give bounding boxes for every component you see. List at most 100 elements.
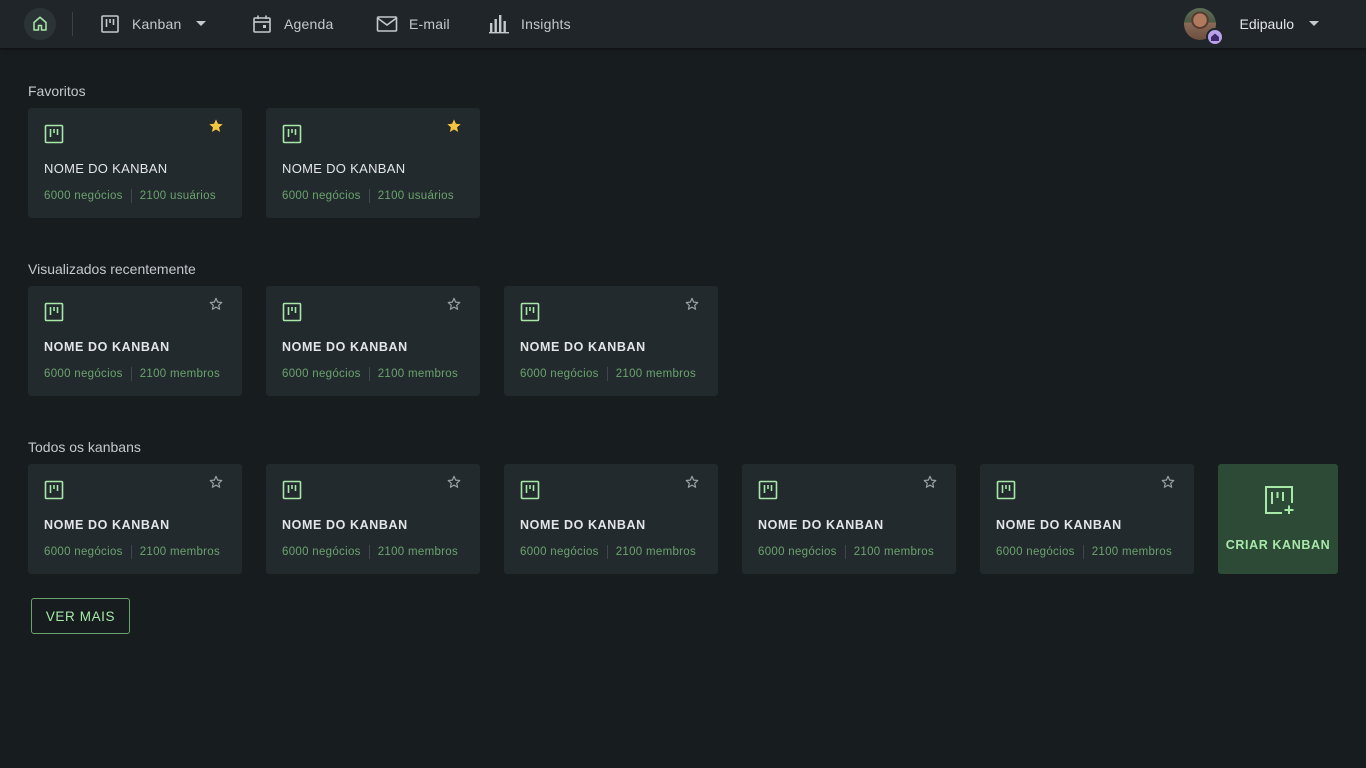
kanban-meta: 6000 negócios 2100 membros <box>758 545 934 559</box>
nav-item-agenda[interactable]: Agenda <box>250 0 333 48</box>
kanban-icon <box>758 480 778 500</box>
nav-label-kanban: Kanban <box>132 16 182 32</box>
meta-divider <box>368 545 370 559</box>
kanban-name: NOME DO KANBAN <box>282 340 408 354</box>
kanban-icon <box>282 124 302 144</box>
kanban-name: NOME DO KANBAN <box>520 518 646 532</box>
kanban-deals-count: 6000 negócios <box>282 190 361 202</box>
meta-divider <box>606 367 608 381</box>
meta-divider <box>130 367 132 381</box>
meta-divider <box>368 189 370 203</box>
section-title-favorites: Favoritos <box>28 83 86 99</box>
star-outline-icon[interactable] <box>922 474 938 490</box>
kanban-name: NOME DO KANBAN <box>44 340 170 354</box>
user-name: Edipaulo <box>1239 16 1295 32</box>
kanban-icon <box>282 302 302 322</box>
kanban-meta: 6000 negócios 2100 membros <box>520 367 696 381</box>
kanban-icon <box>996 480 1016 500</box>
nav-label-agenda: Agenda <box>284 16 334 32</box>
chevron-down-icon[interactable] <box>195 20 207 28</box>
top-navigation-bar: Kanban Agenda E-mail Insights Edipaulo <box>0 0 1366 48</box>
meta-divider <box>130 545 132 559</box>
kanban-deals-count: 6000 negócios <box>758 546 837 558</box>
kanban-card[interactable]: NOME DO KANBAN 6000 negócios 2100 membro… <box>504 286 718 396</box>
create-kanban-button[interactable]: CRIAR KANBAN <box>1218 464 1338 574</box>
meta-divider <box>130 189 132 203</box>
kanban-name: NOME DO KANBAN <box>44 161 168 176</box>
avatar[interactable] <box>1183 8 1224 46</box>
star-outline-icon[interactable] <box>684 296 700 312</box>
kanban-deals-count: 6000 negócios <box>996 546 1075 558</box>
chevron-down-icon[interactable] <box>1308 20 1320 28</box>
kanban-name: NOME DO KANBAN <box>520 340 646 354</box>
star-outline-icon[interactable] <box>208 296 224 312</box>
kanban-members-count: 2100 membros <box>139 546 221 558</box>
kanban-members-count: 2100 membros <box>1091 546 1173 558</box>
kanban-icon <box>44 302 64 322</box>
kanban-deals-count: 6000 negócios <box>44 546 123 558</box>
home-icon <box>33 16 47 31</box>
section-title-all: Todos os kanbans <box>28 439 141 455</box>
star-outline-icon[interactable] <box>446 474 462 490</box>
user-menu[interactable]: Edipaulo <box>1183 0 1321 48</box>
star-outline-icon[interactable] <box>1160 474 1176 490</box>
kanban-name: NOME DO KANBAN <box>44 518 170 532</box>
kanban-icon <box>520 302 540 322</box>
kanban-deals-count: 6000 negócios <box>44 368 123 380</box>
kanban-icon <box>98 12 122 36</box>
kanban-deals-count: 6000 negócios <box>520 546 599 558</box>
meta-divider <box>368 367 370 381</box>
create-kanban-label: CRIAR KANBAN <box>1225 538 1331 552</box>
meta-divider <box>1082 545 1084 559</box>
kanban-name: NOME DO KANBAN <box>282 161 406 176</box>
see-more-button[interactable]: VER MAIS <box>31 598 130 634</box>
kanban-icon <box>520 480 540 500</box>
kanban-card[interactable]: NOME DO KANBAN 6000 negócios 2100 membro… <box>266 286 480 396</box>
kanban-meta: 6000 negócios 2100 usuários <box>44 189 216 203</box>
kanban-members-count: 2100 membros <box>377 546 459 558</box>
kanban-icon <box>44 124 64 144</box>
kanban-members-count: 2100 membros <box>377 368 459 380</box>
kanban-users-count: 2100 usuários <box>139 190 216 202</box>
kanban-deals-count: 6000 negócios <box>520 368 599 380</box>
star-filled-icon[interactable] <box>208 118 224 134</box>
calendar-icon <box>250 12 274 36</box>
kanban-members-count: 2100 membros <box>853 546 935 558</box>
bar-chart-icon <box>487 12 511 36</box>
kanban-meta: 6000 negócios 2100 membros <box>44 545 220 559</box>
kanban-card[interactable]: NOME DO KANBAN 6000 negócios 2100 membro… <box>28 464 242 574</box>
kanban-card[interactable]: NOME DO KANBAN 6000 negócios 2100 usuári… <box>266 108 480 218</box>
section-title-recent: Visualizados recentemente <box>28 261 196 277</box>
nav-item-insights[interactable]: Insights <box>487 0 571 48</box>
kanban-card[interactable]: NOME DO KANBAN 6000 negócios 2100 membro… <box>504 464 718 574</box>
kanban-card[interactable]: NOME DO KANBAN 6000 negócios 2100 membro… <box>742 464 956 574</box>
topbar-divider <box>72 12 73 36</box>
star-outline-icon[interactable] <box>684 474 700 490</box>
nav-label-insights: Insights <box>521 16 571 32</box>
kanban-meta: 6000 negócios 2100 membros <box>996 545 1172 559</box>
kanban-card[interactable]: NOME DO KANBAN 6000 negócios 2100 membro… <box>28 286 242 396</box>
kanban-card[interactable]: NOME DO KANBAN 6000 negócios 2100 membro… <box>980 464 1194 574</box>
kanban-meta: 6000 negócios 2100 membros <box>282 367 458 381</box>
star-filled-icon[interactable] <box>446 118 462 134</box>
home-button[interactable] <box>24 8 56 40</box>
kanban-deals-count: 6000 negócios <box>44 190 123 202</box>
star-outline-icon[interactable] <box>446 296 462 312</box>
meta-divider <box>844 545 846 559</box>
kanban-name: NOME DO KANBAN <box>282 518 408 532</box>
kanban-card[interactable]: NOME DO KANBAN 6000 negócios 2100 membro… <box>266 464 480 574</box>
nav-item-email[interactable]: E-mail <box>375 0 450 48</box>
kanban-members-count: 2100 membros <box>615 546 697 558</box>
kanban-add-icon <box>1265 486 1294 514</box>
kanban-card[interactable]: NOME DO KANBAN 6000 negócios 2100 usuári… <box>28 108 242 218</box>
meta-divider <box>606 545 608 559</box>
kanban-icon <box>44 480 64 500</box>
kanban-icon <box>282 480 302 500</box>
nav-item-kanban[interactable]: Kanban <box>98 0 207 48</box>
nav-label-email: E-mail <box>409 16 450 32</box>
star-outline-icon[interactable] <box>208 474 224 490</box>
kanban-meta: 6000 negócios 2100 usuários <box>282 189 454 203</box>
kanban-members-count: 2100 membros <box>139 368 221 380</box>
kanban-meta: 6000 negócios 2100 membros <box>282 545 458 559</box>
kanban-meta: 6000 negócios 2100 membros <box>44 367 220 381</box>
